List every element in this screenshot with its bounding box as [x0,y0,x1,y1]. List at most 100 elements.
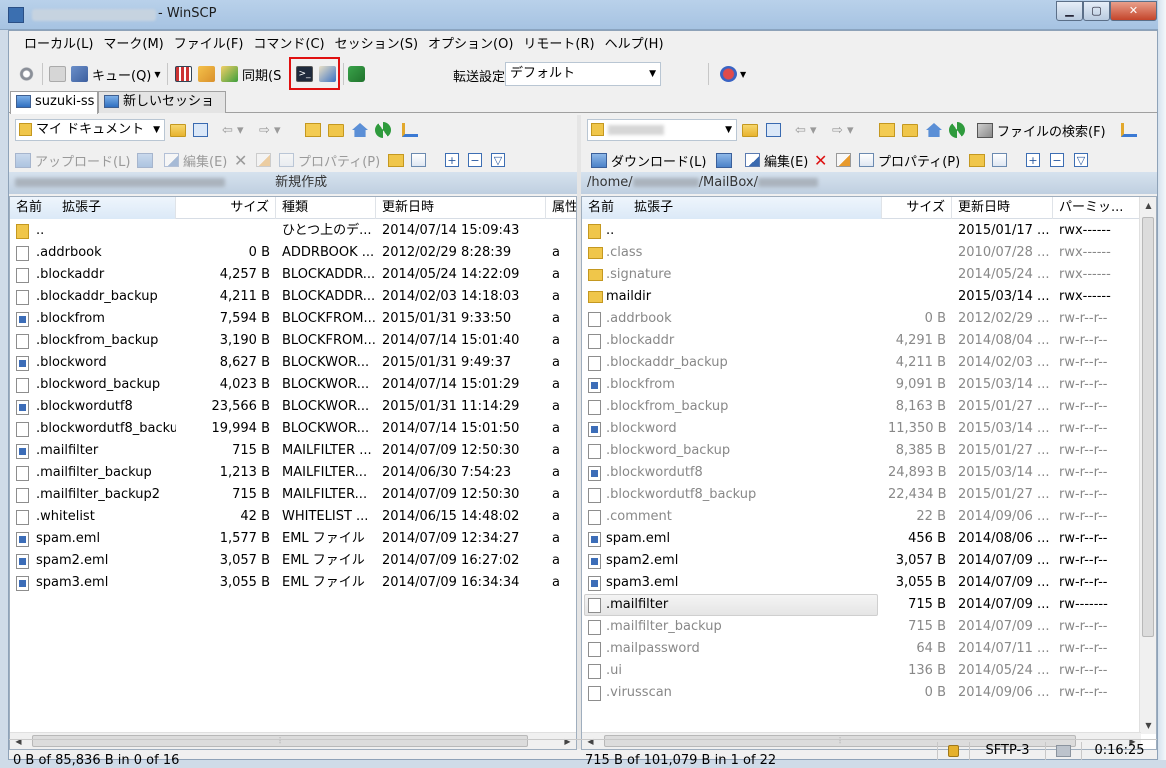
local-rename-button[interactable] [256,149,271,171]
local-filter-button[interactable] [193,119,208,141]
menu-mark[interactable]: マーク(M) [98,34,168,56]
compare-directories-button[interactable] [175,62,192,86]
remote-rename-button[interactable] [836,149,851,171]
scroll-down-icon[interactable]: ▼ [1140,717,1156,734]
remote-vertical-scrollbar[interactable]: ▲ ▼ [1139,197,1156,734]
menu-local[interactable]: ローカル(L) [19,34,98,56]
table-row[interactable]: spam.eml 456 B 2014/08/06 ... rw-r--r-- [582,528,1156,550]
local-forward-button[interactable]: ⇨ ▾ [259,119,281,141]
local-open-dir-button[interactable] [170,119,186,141]
table-row[interactable]: .signature 2014/05/24 ... rwx------ [582,264,1156,286]
table-row[interactable]: .whitelist 42 B WHITELIST ... 2014/06/15 14… [10,506,576,528]
maximize-button[interactable]: ▢ [1083,1,1110,21]
remote-back-button[interactable]: ⇦ ▾ [795,119,817,141]
table-row[interactable]: .blockaddr 4,257 B BLOCKADDR... 2014/05/24 … [10,264,576,286]
menu-file[interactable]: ファイル(F) [169,34,249,56]
local-tree-button[interactable] [402,119,418,141]
remote-path-bar[interactable]: /home/ /MailBox/ [581,172,1157,194]
table-row[interactable]: .blockword_backup 4,023 B BLOCKWOR... 2014/… [10,374,576,396]
column-modified[interactable]: 更新日時 [952,197,1053,219]
scroll-up-icon[interactable]: ▲ [1140,197,1156,214]
table-row[interactable]: .blockaddr 4,291 B 2014/08/04 ... rw-r--r-- [582,330,1156,352]
table-row[interactable]: .addrbook 0 B 2012/02/29 ... rw-r--r-- [582,308,1156,330]
find-files-button[interactable]: ファイルの検索(F) [977,119,1106,141]
close-window-button[interactable]: ✕ [1110,1,1157,21]
remote-edit-button[interactable]: 編集(E) [745,149,808,171]
local-edit-button[interactable]: 編集(E) [164,149,227,171]
column-ext[interactable]: 拡張子 [62,200,101,215]
remote-properties-button[interactable]: プロパティ(P) [859,149,960,171]
table-row[interactable]: .mailfilter_backup 1,213 B MAILFILTER... 20… [10,462,576,484]
column-size[interactable]: サイズ [882,197,952,219]
table-row[interactable]: spam3.eml 3,055 B 2014/07/09 ... rw-r--r-- [582,572,1156,594]
table-row[interactable]: .virusscan 0 B 2014/09/06 ... rw-r--r-- [582,682,1156,704]
local-new-file-button[interactable] [411,149,426,171]
menu-options[interactable]: オプション(O) [423,34,518,56]
synchronize-button[interactable]: 同期(S [221,62,281,86]
local-drive-select[interactable]: マイ ドキュメント ▼ [15,119,165,141]
remote-open-dir-button[interactable] [742,119,758,141]
upload-button[interactable]: アップロード(L) [15,149,130,171]
table-row[interactable]: .addrbook 0 B ADDRBOOK ... 2012/02/29 8:28:… [10,242,576,264]
table-row[interactable]: spam.eml 1,577 B EML ファイル 2014/07/09 12:34:… [10,528,576,550]
remote-dir-select[interactable]: ▼ [587,119,737,141]
menu-session[interactable]: セッション(S) [330,34,423,56]
remote-delete-button[interactable]: ✕ [814,149,827,171]
column-attributes[interactable]: 属性 [546,197,576,219]
table-row[interactable]: .blockaddr_backup 4,211 B 2014/02/03 ... rw… [582,352,1156,374]
remote-new-file-button[interactable] [992,149,1007,171]
table-row[interactable]: .blockaddr_backup 4,211 B BLOCKADDR... 2014… [10,286,576,308]
column-type[interactable]: 種類 [276,197,376,219]
local-refresh-button[interactable] [375,119,391,141]
column-name[interactable]: 名前 拡張子 [582,197,882,219]
remote-parent-dir-button[interactable] [879,119,895,141]
table-row[interactable]: maildir 2015/03/14 ... rwx------ [582,286,1156,308]
table-row[interactable]: .blockword 11,350 B 2015/03/14 ... rw-r--r-… [582,418,1156,440]
table-row[interactable]: .blockfrom 9,091 B 2015/03/14 ... rw-r--r-- [582,374,1156,396]
synchronize-browsing-button[interactable] [198,62,215,86]
table-row[interactable]: .. 2015/01/17 ... rwx------ [582,220,1156,242]
tab-suzuki-ss[interactable]: suzuki-ss [10,91,98,114]
table-row[interactable]: .mailfilter_backup 715 B 2014/07/09 ... rw-… [582,616,1156,638]
refresh-session-button[interactable] [348,62,365,86]
table-row[interactable]: .mailfilter 715 B MAILFILTER ... 2014/07/09… [10,440,576,462]
local-select-button[interactable]: + [445,149,459,171]
local-select-all-button[interactable]: ▽ [491,149,505,171]
local-root-dir-button[interactable] [328,119,344,141]
remote-home-button[interactable] [926,119,942,141]
remote-select-button[interactable]: + [1026,149,1040,171]
table-row[interactable]: .blockword 8,627 B BLOCKWOR... 2015/01/31 9… [10,352,576,374]
scroll-thumb[interactable] [1142,217,1154,637]
queue-disable-button[interactable] [49,62,66,86]
download-options-button[interactable] [716,149,732,171]
transfer-settings-select[interactable]: デフォルト ▼ [505,62,661,86]
local-new-folder-button[interactable] [388,149,404,171]
local-delete-button[interactable]: ✕ [234,149,247,171]
table-row[interactable]: .mailfilter 715 B 2014/07/09 ... rw------- [582,594,1156,616]
table-row[interactable]: .blockfrom 7,594 B BLOCKFROM... 2015/01/31 … [10,308,576,330]
table-row[interactable]: .blockfrom_backup 8,163 B 2015/01/27 ... rw… [582,396,1156,418]
table-row[interactable]: .blockwordutf8_backup 19,994 B BLOCKWOR...… [10,418,576,440]
table-row[interactable]: .mailfilter_backup2 715 B MAILFILTER... 201… [10,484,576,506]
table-row[interactable]: .ui 136 B 2014/05/24 ... rw-r--r-- [582,660,1156,682]
menu-remote[interactable]: リモート(R) [518,34,599,56]
local-properties-button[interactable]: プロパティ(P) [279,149,380,171]
queue-dropdown-button[interactable]: キュー(Q) ▼ [71,62,161,86]
upload-options-button[interactable] [137,149,153,171]
table-row[interactable]: .blockwordutf8_backup 22,434 B 2015/01/27 … [582,484,1156,506]
local-unselect-button[interactable]: − [468,149,482,171]
menu-help[interactable]: ヘルプ(H) [600,34,669,56]
table-row[interactable]: .mailpassword 64 B 2014/07/11 ... rw-r--r-- [582,638,1156,660]
remote-tree-button[interactable] [1121,119,1137,141]
column-ext[interactable]: 拡張子 [634,200,673,215]
local-path-bar[interactable]: 新規作成 [9,172,577,194]
remote-root-dir-button[interactable] [902,119,918,141]
table-row[interactable]: spam2.eml 3,057 B EML ファイル 2014/07/09 16:27… [10,550,576,572]
tab-new-session[interactable]: 新しいセッション [98,91,226,129]
remote-file-list[interactable]: 名前 拡張子 サイズ 更新日時 パーミッ... .. 2015/01/17 ...… [581,196,1157,750]
remote-refresh-button[interactable] [949,119,965,141]
column-name[interactable]: 名前 拡張子 [10,197,176,219]
column-modified[interactable]: 更新日時 [376,197,546,219]
menu-command[interactable]: コマンド(C) [248,34,329,56]
table-row[interactable]: spam3.eml 3,055 B EML ファイル 2014/07/09 16:34… [10,572,576,594]
